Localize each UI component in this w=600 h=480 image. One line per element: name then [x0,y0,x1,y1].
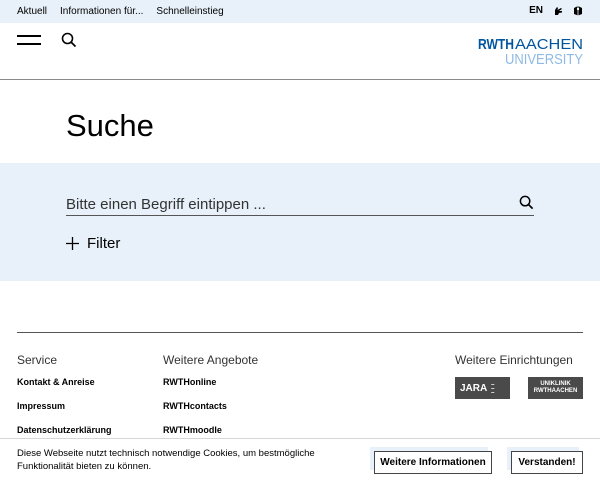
top-bar-tools: EN [529,5,583,16]
footer-link-rwthonline[interactable]: RWTHonline [163,377,258,387]
uniklinik-logo-line1: UNIKLINIK [540,381,571,387]
uniklinik-logo[interactable]: UNIKLINIK RWTHAACHEN [528,377,583,399]
search-row [66,193,534,216]
partner-logos: JARA ▬ ▬ ▬ UNIKLINIK RWTHAACHEN [455,377,583,399]
plus-icon [66,237,79,250]
uniklinik-logo-line2: RWTHAACHEN [533,388,578,394]
top-bar: Aktuell Informationen für... Schnelleins… [0,0,600,23]
footer-angebote-heading: Weitere Angebote [163,353,259,367]
top-link-schnelleinstieg[interactable]: Schnelleinstieg [156,6,223,17]
jara-logo-text: JARA [460,382,488,394]
page-title: Suche [66,108,154,143]
footer-link-impressum[interactable]: Impressum [17,401,112,411]
top-link-informationen[interactable]: Informationen für... [60,6,143,17]
top-links: Aktuell Informationen für... Schnelleins… [17,6,224,17]
search-submit-icon[interactable] [519,195,534,215]
cookie-text: Diese Webseite nutzt technisch notwendig… [17,448,315,472]
site-header: RWTH AACHEN UNIVERSITY [0,23,600,80]
logo-university: UNIVERSITY [505,51,583,67]
hamburger-menu-icon[interactable] [17,35,41,47]
header-search-icon[interactable] [61,32,77,53]
footer-link-datenschutz[interactable]: Datenschutzerklärung [17,425,112,435]
filter-toggle[interactable]: Filter [66,235,120,252]
footer-link-rwthmoodle[interactable]: RWTHmoodle [163,425,258,435]
jara-logo-tagline: ▬ ▬ ▬ [491,382,495,394]
cookie-banner: Diese Webseite nutzt technisch notwendig… [0,438,600,480]
footer-link-kontakt[interactable]: Kontakt & Anreise [17,377,112,387]
jara-logo[interactable]: JARA ▬ ▬ ▬ [455,377,510,399]
footer-weitere-einrichtungen: Weitere Einrichtungen JARA ▬ ▬ ▬ UNIKLINIK… [455,353,583,399]
search-input[interactable] [66,193,506,215]
footer-link-rwthcontacts[interactable]: RWTHcontacts [163,401,258,411]
cookie-accept-button[interactable]: Verstanden! [511,451,583,474]
footer-service-heading: Service [17,353,58,367]
easy-language-icon[interactable] [573,5,583,16]
language-switch[interactable]: EN [529,5,543,16]
filter-label: Filter [87,235,121,252]
footer-weitere-angebote: Weitere Angebote RWTHonline RWTHcontacts… [163,353,258,449]
footer-service: Service Kontakt & Anreise Impressum Date… [17,353,112,449]
search-panel: Filter [0,163,600,281]
footer-divider [17,332,583,333]
cookie-more-info-button[interactable]: Weitere Informationen [374,451,492,474]
rwth-logo[interactable]: RWTH AACHEN UNIVERSITY [478,35,583,67]
top-link-aktuell[interactable]: Aktuell [17,6,47,17]
sign-language-icon[interactable] [553,5,563,16]
footer-einrichtungen-heading: Weitere Einrichtungen [455,353,573,367]
